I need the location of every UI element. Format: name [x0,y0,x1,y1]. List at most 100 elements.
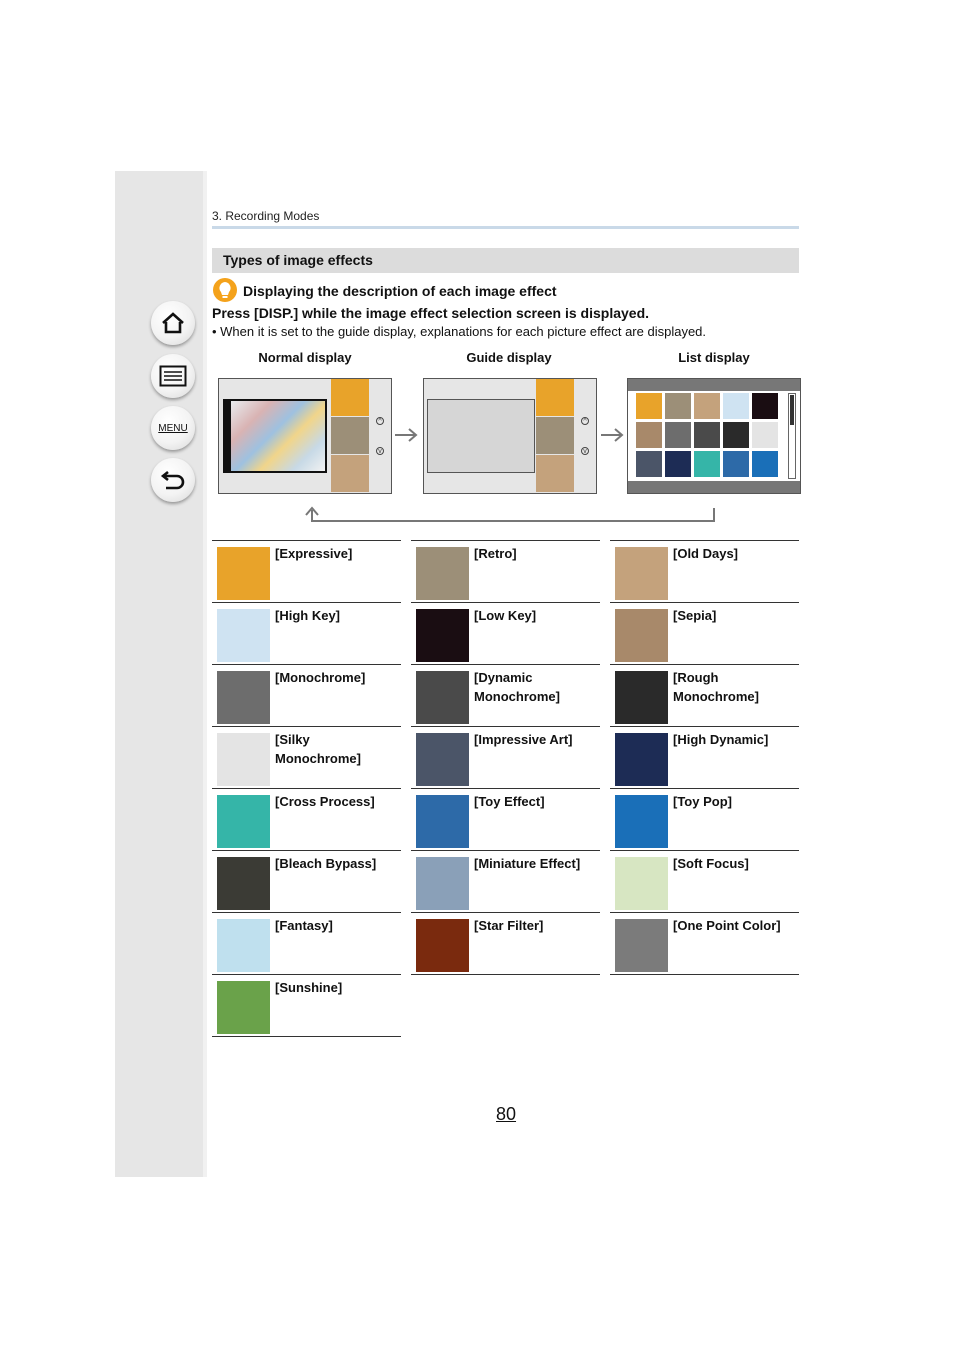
effect-item: [One Point Color] [610,912,799,975]
list-thumb[interactable] [752,451,778,477]
thumb-expressive [536,379,574,416]
effect-thumbnail [615,671,668,724]
guide-display-screen: ^ v [423,378,597,494]
effect-item: [Star Filter] [411,912,600,975]
effect-item: [Monochrome] [212,664,401,726]
menu-label: MENU [158,422,188,434]
effect-thumbnail [416,547,469,600]
effects-column-1: [Expressive] [High Key] [Monochrome] [Si… [212,540,401,1037]
effect-thumbnail [217,547,270,600]
page-number: 80 [496,1104,517,1124]
effect-label: [Low Key] [474,608,537,623]
list-thumb[interactable] [665,422,691,448]
list-thumb[interactable] [636,422,662,448]
home-button[interactable] [151,301,195,345]
effect-label: [Silky Monochrome] [275,732,361,766]
effect-label: [Sepia] [673,608,717,623]
effect-thumbnail [615,733,668,786]
list-thumb[interactable] [694,422,720,448]
list-thumb[interactable] [636,393,662,419]
effect-label: [Expressive] [275,546,353,561]
effect-thumbnail [217,981,270,1034]
effect-item: [Dynamic Monochrome] [411,664,600,726]
effects-column-2: [Retro] [Low Key] [Dynamic Monochrome] [… [411,540,600,975]
effect-label: [Toy Effect] [474,794,545,809]
list-display-label: List display [678,350,750,365]
effect-item: [Soft Focus] [610,850,799,912]
menu-button[interactable]: MENU [151,406,195,450]
effect-item: [High Key] [212,602,401,664]
return-arrow-icon [305,506,715,522]
list-thumb[interactable] [636,451,662,477]
effect-thumbnail-strip [536,379,574,493]
list-scroll-thumb[interactable] [790,395,794,425]
arrow-right-icon [395,428,418,442]
list-scrollbar[interactable] [788,393,796,479]
effect-item: [Old Days] [610,540,799,602]
arrow-right-icon [601,428,624,442]
preview-frame [223,399,327,473]
side-navigation: MENU [115,171,207,1177]
effect-thumbnail [615,857,668,910]
list-thumb[interactable] [723,451,749,477]
effect-thumbnail [416,671,469,724]
list-thumb[interactable] [665,451,691,477]
back-arrow-icon [160,470,185,490]
thumb-old-days [536,455,574,492]
effect-item: [Fantasy] [212,912,401,974]
effect-label: [Bleach Bypass] [275,856,377,871]
list-footer-bar [628,481,800,493]
effect-item: [Retro] [411,540,600,602]
effect-item: [Bleach Bypass] [212,850,401,912]
effect-label: [Cross Process] [275,794,375,809]
list-thumb[interactable] [752,393,778,419]
scroll-up-icon[interactable]: ^ [376,417,384,425]
effect-label: [High Dynamic] [673,732,769,747]
list-display-screen [627,378,801,494]
tip-lightbulb-icon [213,278,237,302]
effect-thumbnail [217,919,270,972]
tip-title: Displaying the description of each image… [243,283,557,299]
list-thumbnail-grid [636,393,800,477]
effect-item: [High Dynamic] [610,726,799,788]
effect-thumbnail [217,609,270,662]
effect-label: [Star Filter] [474,918,544,933]
home-icon [162,312,184,334]
effect-item: [Low Key] [411,602,600,664]
effect-thumbnail [416,733,469,786]
thumb-expressive [331,379,369,416]
effect-thumbnail [416,857,469,910]
effect-thumbnail [217,671,270,724]
table-of-contents-button[interactable] [151,354,195,398]
list-thumb[interactable] [723,422,749,448]
effect-item: [Cross Process] [212,788,401,850]
effect-label: [One Point Color] [673,918,781,933]
list-header-bar [628,379,800,391]
list-thumb[interactable] [694,393,720,419]
effect-label: [High Key] [275,608,340,623]
effect-item: [Miniature Effect] [411,850,600,912]
scroll-up-icon[interactable]: ^ [581,417,589,425]
scroll-down-icon[interactable]: v [376,447,384,455]
effect-thumbnail [615,795,668,848]
list-thumb[interactable] [723,393,749,419]
back-button[interactable] [151,458,195,502]
thumb-retro [536,417,574,454]
effect-label: [Sunshine] [275,980,343,995]
effect-item: [Expressive] [212,540,401,602]
effect-thumbnail [416,919,469,972]
effect-thumbnail [217,795,270,848]
list-thumb[interactable] [665,393,691,419]
guide-text-area [427,399,535,473]
effect-label: [Retro] [474,546,517,561]
list-thumb[interactable] [752,422,778,448]
effect-thumbnail [615,609,668,662]
effect-label: [Dynamic Monochrome] [474,670,560,704]
normal-display-screen: ^ v [218,378,392,494]
effect-label: [Fantasy] [275,918,333,933]
normal-display-label: Normal display [258,350,352,365]
effect-thumbnail [615,919,668,972]
toc-list-icon [159,365,187,387]
scroll-down-icon[interactable]: v [581,447,589,455]
list-thumb[interactable] [694,451,720,477]
